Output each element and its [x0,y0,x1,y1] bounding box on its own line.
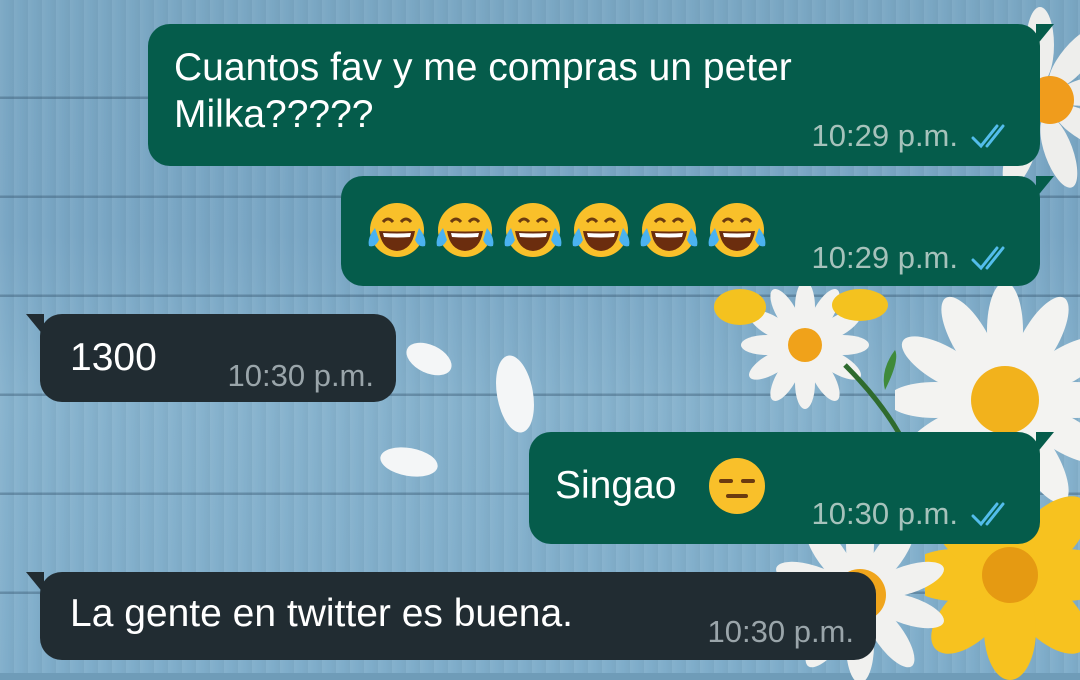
message-text: 1300 [70,336,157,379]
expressionless-face-icon [709,458,765,514]
message-bubble-outgoing[interactable]: Cuantos fav y me compras un peter Milka?… [148,24,1054,166]
double-check-icon [971,124,1005,149]
wallpaper-petal [401,336,457,382]
wallpaper-petal [490,352,540,436]
message-meta: 10:30 p.m. [708,614,854,650]
face-with-tears-of-joy-icon [640,203,698,257]
message-time: 10:29 p.m. [811,240,958,275]
message-bubble-incoming[interactable]: La gente en twitter es buena. 10:30 p.m. [26,572,876,660]
message-meta: 10:29 p.m. [812,118,1014,154]
wallpaper-petal [378,443,440,481]
message-time: 10:29 p.m. [811,118,958,153]
message-text: Singao [555,464,677,507]
message-meta: 10:30 p.m. [228,358,374,394]
message-bubble-incoming[interactable]: 1300 10:30 p.m. [26,314,396,402]
double-check-icon [971,246,1005,271]
face-with-tears-of-joy-icon [708,203,766,257]
message-meta: 10:30 p.m. [812,496,1014,532]
message-time: 10:30 p.m. [707,614,854,649]
message-bubble-outgoing[interactable]: Singao 10:30 p.m. [529,432,1054,544]
yellow-petals [714,289,888,325]
message-meta: 10:29 p.m. [812,240,1014,276]
face-with-tears-of-joy-icon [572,203,630,257]
flower-stem [843,350,903,437]
face-with-tears-of-joy-icon [368,203,426,257]
double-check-icon [971,502,1005,527]
message-bubble-outgoing[interactable]: 10:29 p.m. [341,176,1054,286]
message-text: Cuantos fav y me compras un peter Milka?… [174,46,792,136]
message-time: 10:30 p.m. [811,496,958,531]
message-time: 10:30 p.m. [227,358,374,393]
message-text: La gente en twitter es buena. [70,592,574,635]
emoji-row [365,198,769,262]
face-with-tears-of-joy-icon [436,203,494,257]
face-with-tears-of-joy-icon [504,203,562,257]
